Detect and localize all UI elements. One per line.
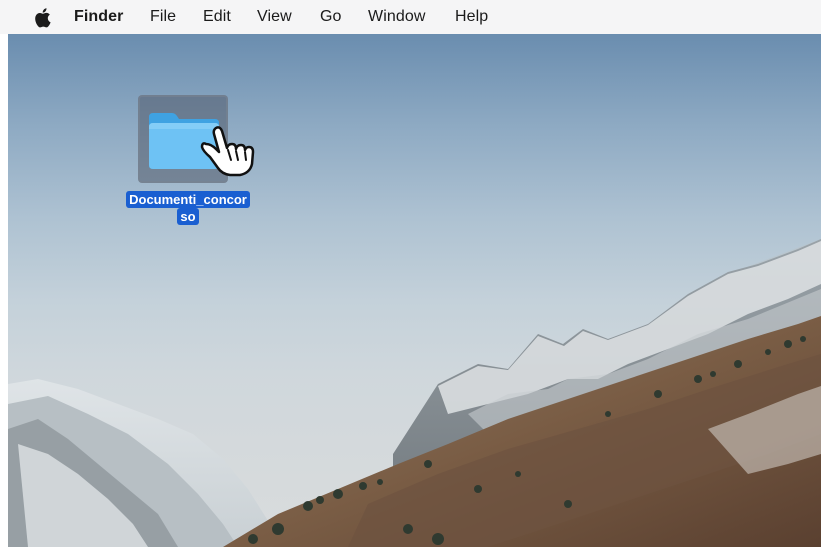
apple-logo-icon[interactable] xyxy=(33,7,51,28)
menu-help[interactable]: Help xyxy=(455,8,488,26)
menu-window[interactable]: Window xyxy=(368,8,426,26)
pointing-hand-cursor-icon xyxy=(200,126,255,177)
folder-name-line-1: Documenti_concor xyxy=(126,191,250,208)
menu-bar: Finder File Edit View Go Window Help xyxy=(0,0,821,34)
menu-file[interactable]: File xyxy=(150,8,176,26)
folder-name-label[interactable]: Documenti_concor so xyxy=(107,191,269,225)
screen: Finder File Edit View Go Window Help Doc… xyxy=(0,0,821,547)
menu-go[interactable]: Go xyxy=(320,8,342,26)
menu-app-finder[interactable]: Finder xyxy=(74,8,124,26)
menu-edit[interactable]: Edit xyxy=(203,8,231,26)
desktop[interactable]: Documenti_concor so xyxy=(8,34,821,547)
menu-view[interactable]: View xyxy=(257,8,292,26)
folder-name-line-2: so xyxy=(177,208,199,225)
